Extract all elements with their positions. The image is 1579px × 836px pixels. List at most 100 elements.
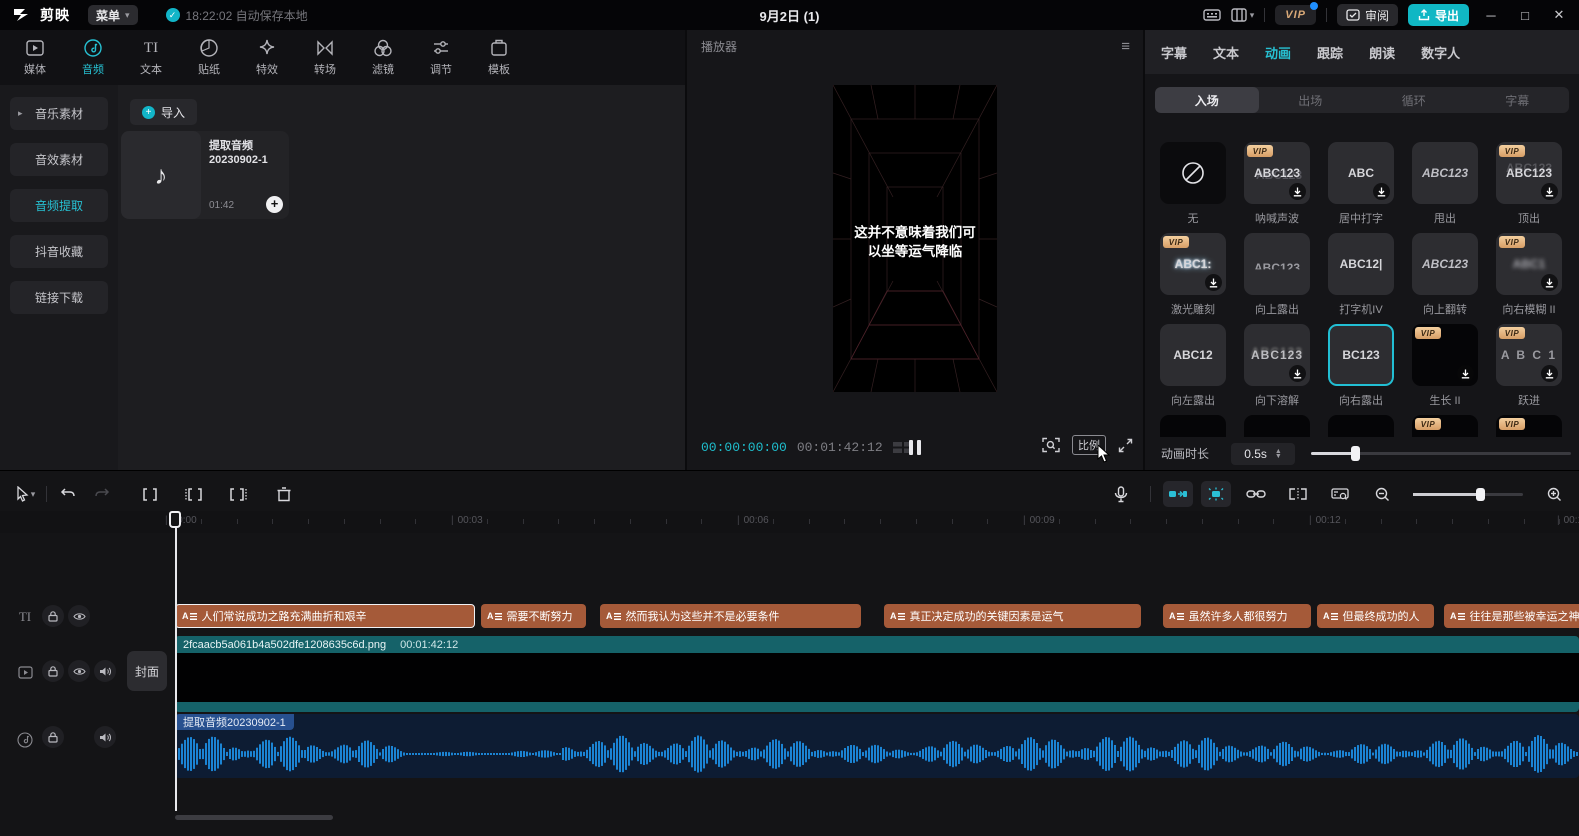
animation-tile-甩出[interactable]: ABC123 xyxy=(1412,142,1478,204)
animation-tile-向右模糊 II[interactable]: ABC1VIP xyxy=(1496,233,1562,295)
duration-stepper[interactable]: ▲▼ xyxy=(1275,449,1282,459)
undo-button[interactable] xyxy=(51,487,85,501)
animation-tile[interactable] xyxy=(1328,415,1394,437)
inspector-tab-字幕[interactable]: 字幕 xyxy=(1161,43,1187,62)
preview-axis-icon[interactable] xyxy=(1323,487,1357,501)
delete-button[interactable] xyxy=(267,487,301,502)
sidebar-item-链接下载[interactable]: 链接下载 xyxy=(10,281,108,314)
export-button[interactable]: 导出 xyxy=(1408,4,1469,26)
animation-tile-向下溶解[interactable]: ABC123 xyxy=(1244,324,1310,386)
eye-icon[interactable] xyxy=(68,660,90,682)
animation-tile-向左露出[interactable]: ABC12 xyxy=(1160,324,1226,386)
playhead-handle[interactable] xyxy=(169,511,181,528)
subtab-字幕[interactable]: 字幕 xyxy=(1466,87,1570,113)
animation-tile-居中打字[interactable]: ABC xyxy=(1328,142,1394,204)
library-tab-模板[interactable]: 模板 xyxy=(470,38,528,77)
inspector-tab-文本[interactable]: 文本 xyxy=(1213,43,1239,62)
split-right-button[interactable] xyxy=(221,487,255,502)
subtitle-clip[interactable]: A往往是那些被幸运之神 xyxy=(1444,604,1579,628)
animation-tile[interactable]: VIP xyxy=(1496,415,1562,437)
duration-value-box[interactable]: 0.5s ▲▼ xyxy=(1231,443,1295,465)
animation-tile-顶出[interactable]: ABC123VIP xyxy=(1496,142,1562,204)
slider-knob[interactable] xyxy=(1351,446,1360,461)
split-button[interactable] xyxy=(133,487,167,502)
zoom-slider-knob[interactable] xyxy=(1476,488,1485,501)
library-tab-转场[interactable]: 转场 xyxy=(296,38,354,77)
player-menu-icon[interactable]: ≡ xyxy=(1121,38,1129,55)
subtitle-clip[interactable]: A人们常说成功之路充满曲折和艰辛 xyxy=(175,604,475,628)
zoom-in-icon[interactable] xyxy=(1537,487,1571,502)
cover-button[interactable]: 封面 xyxy=(127,651,167,691)
close-button[interactable]: ✕ xyxy=(1547,7,1571,23)
subtitle-clip[interactable]: A需要不断努力 xyxy=(481,604,586,628)
subtitle-clip[interactable]: A虽然许多人都很努力 xyxy=(1163,604,1311,628)
inspector-tab-朗读[interactable]: 朗读 xyxy=(1369,43,1395,62)
animation-tile[interactable] xyxy=(1160,415,1226,437)
speaker-icon[interactable] xyxy=(94,660,116,682)
shortcut-keys-icon[interactable] xyxy=(1203,8,1221,22)
animation-tile-向上露出[interactable]: ABC123 xyxy=(1244,233,1310,295)
timeline-zoom-slider[interactable] xyxy=(1413,493,1523,496)
preview-quality-icon[interactable] xyxy=(1042,437,1060,453)
mirror-split-icon[interactable] xyxy=(1281,488,1315,500)
vip-button[interactable]: VIP xyxy=(1275,5,1316,25)
fullscreen-icon[interactable] xyxy=(1118,438,1133,453)
animation-tile-向右露出[interactable]: BC123 xyxy=(1328,324,1394,386)
subtitle-clip[interactable]: A但最终成功的人 xyxy=(1317,604,1434,628)
review-button[interactable]: 审阅 xyxy=(1337,4,1398,26)
library-tab-媒体[interactable]: 媒体 xyxy=(6,38,64,77)
subtab-循环[interactable]: 循环 xyxy=(1362,87,1466,113)
split-left-button[interactable] xyxy=(177,487,211,502)
video-track-clip[interactable]: 2fcaacb5a061b4a502dfe1208635c6d.png 00:0… xyxy=(175,636,1579,712)
link-toggle[interactable] xyxy=(1239,489,1273,499)
duration-slider[interactable] xyxy=(1311,452,1571,455)
inspector-tab-数字人[interactable]: 数字人 xyxy=(1421,43,1460,62)
auto-snap-toggle[interactable] xyxy=(1201,481,1231,507)
library-tab-滤镜[interactable]: 滤镜 xyxy=(354,38,412,77)
animation-tile[interactable]: VIP xyxy=(1412,415,1478,437)
audio-track-clip[interactable]: 提取音频20230902-1 xyxy=(175,714,1579,778)
animation-tile-向上翻转[interactable]: ABC123 xyxy=(1412,233,1478,295)
layout-switch-icon[interactable]: ▾ xyxy=(1231,8,1255,22)
import-button[interactable]: + 导入 xyxy=(130,99,197,125)
animation-tile-跃进[interactable]: A B C 1VIP xyxy=(1496,324,1562,386)
library-tab-特效[interactable]: 特效 xyxy=(238,38,296,77)
speaker-icon[interactable] xyxy=(94,726,116,748)
animation-tile-呐喊声波[interactable]: ABC123VIP xyxy=(1244,142,1310,204)
library-tab-贴纸[interactable]: 贴纸 xyxy=(180,38,238,77)
sidebar-item-抖音收藏[interactable]: 抖音收藏 xyxy=(10,235,108,268)
maximize-button[interactable]: □ xyxy=(1513,8,1537,23)
subtitle-clip[interactable]: A然而我认为这些并不是必要条件 xyxy=(600,604,861,628)
subtab-出场[interactable]: 出场 xyxy=(1259,87,1363,113)
sidebar-item-音频提取[interactable]: 音频提取 xyxy=(10,189,108,222)
horizontal-scrollbar[interactable] xyxy=(175,815,333,820)
library-tab-音频[interactable]: 音频 xyxy=(64,38,122,77)
inspector-tab-跟踪[interactable]: 跟踪 xyxy=(1317,43,1343,62)
add-to-track-button[interactable]: + xyxy=(266,196,283,213)
magnetic-snap-toggle[interactable] xyxy=(1163,481,1193,507)
library-tab-文本[interactable]: TI文本 xyxy=(122,38,180,77)
inspector-tab-动画[interactable]: 动画 xyxy=(1265,43,1291,62)
subtab-入场[interactable]: 入场 xyxy=(1155,87,1259,113)
time-ruler[interactable]: |00:00|00:03|00:06|00:09|00:12|00:1 xyxy=(0,511,1579,533)
animation-tile[interactable] xyxy=(1244,415,1310,437)
sidebar-item-音效素材[interactable]: 音效素材 xyxy=(10,143,108,176)
zoom-out-icon[interactable] xyxy=(1365,487,1399,502)
select-tool-button[interactable]: ▾ xyxy=(8,486,42,502)
menu-button[interactable]: 菜单 ▾ xyxy=(88,5,138,25)
library-tab-调节[interactable]: 调节 xyxy=(412,38,470,77)
minimize-button[interactable]: ─ xyxy=(1479,8,1503,23)
animation-tile-无[interactable] xyxy=(1160,142,1226,204)
animation-tile-激光雕刻[interactable]: ABC1:VIP xyxy=(1160,233,1226,295)
lock-icon[interactable] xyxy=(42,660,64,682)
video-preview[interactable]: 这并不意味着我们可 以坐等运气降临 xyxy=(833,85,997,392)
animation-tile-打字机IV[interactable]: ABC12| xyxy=(1328,233,1394,295)
audio-asset-card[interactable]: ♪ 提取音频 20230902-1 01:42 + xyxy=(121,131,289,219)
sidebar-item-音乐素材[interactable]: ▸音乐素材 xyxy=(10,97,108,130)
redo-button[interactable] xyxy=(85,487,119,501)
animation-tile-生长 II[interactable]: VIP xyxy=(1412,324,1478,386)
subtitle-clip[interactable]: A真正决定成功的关键因素是运气 xyxy=(884,604,1141,628)
lock-icon[interactable] xyxy=(42,726,64,748)
record-voiceover-icon[interactable] xyxy=(1104,486,1138,503)
pause-button[interactable] xyxy=(905,437,925,457)
